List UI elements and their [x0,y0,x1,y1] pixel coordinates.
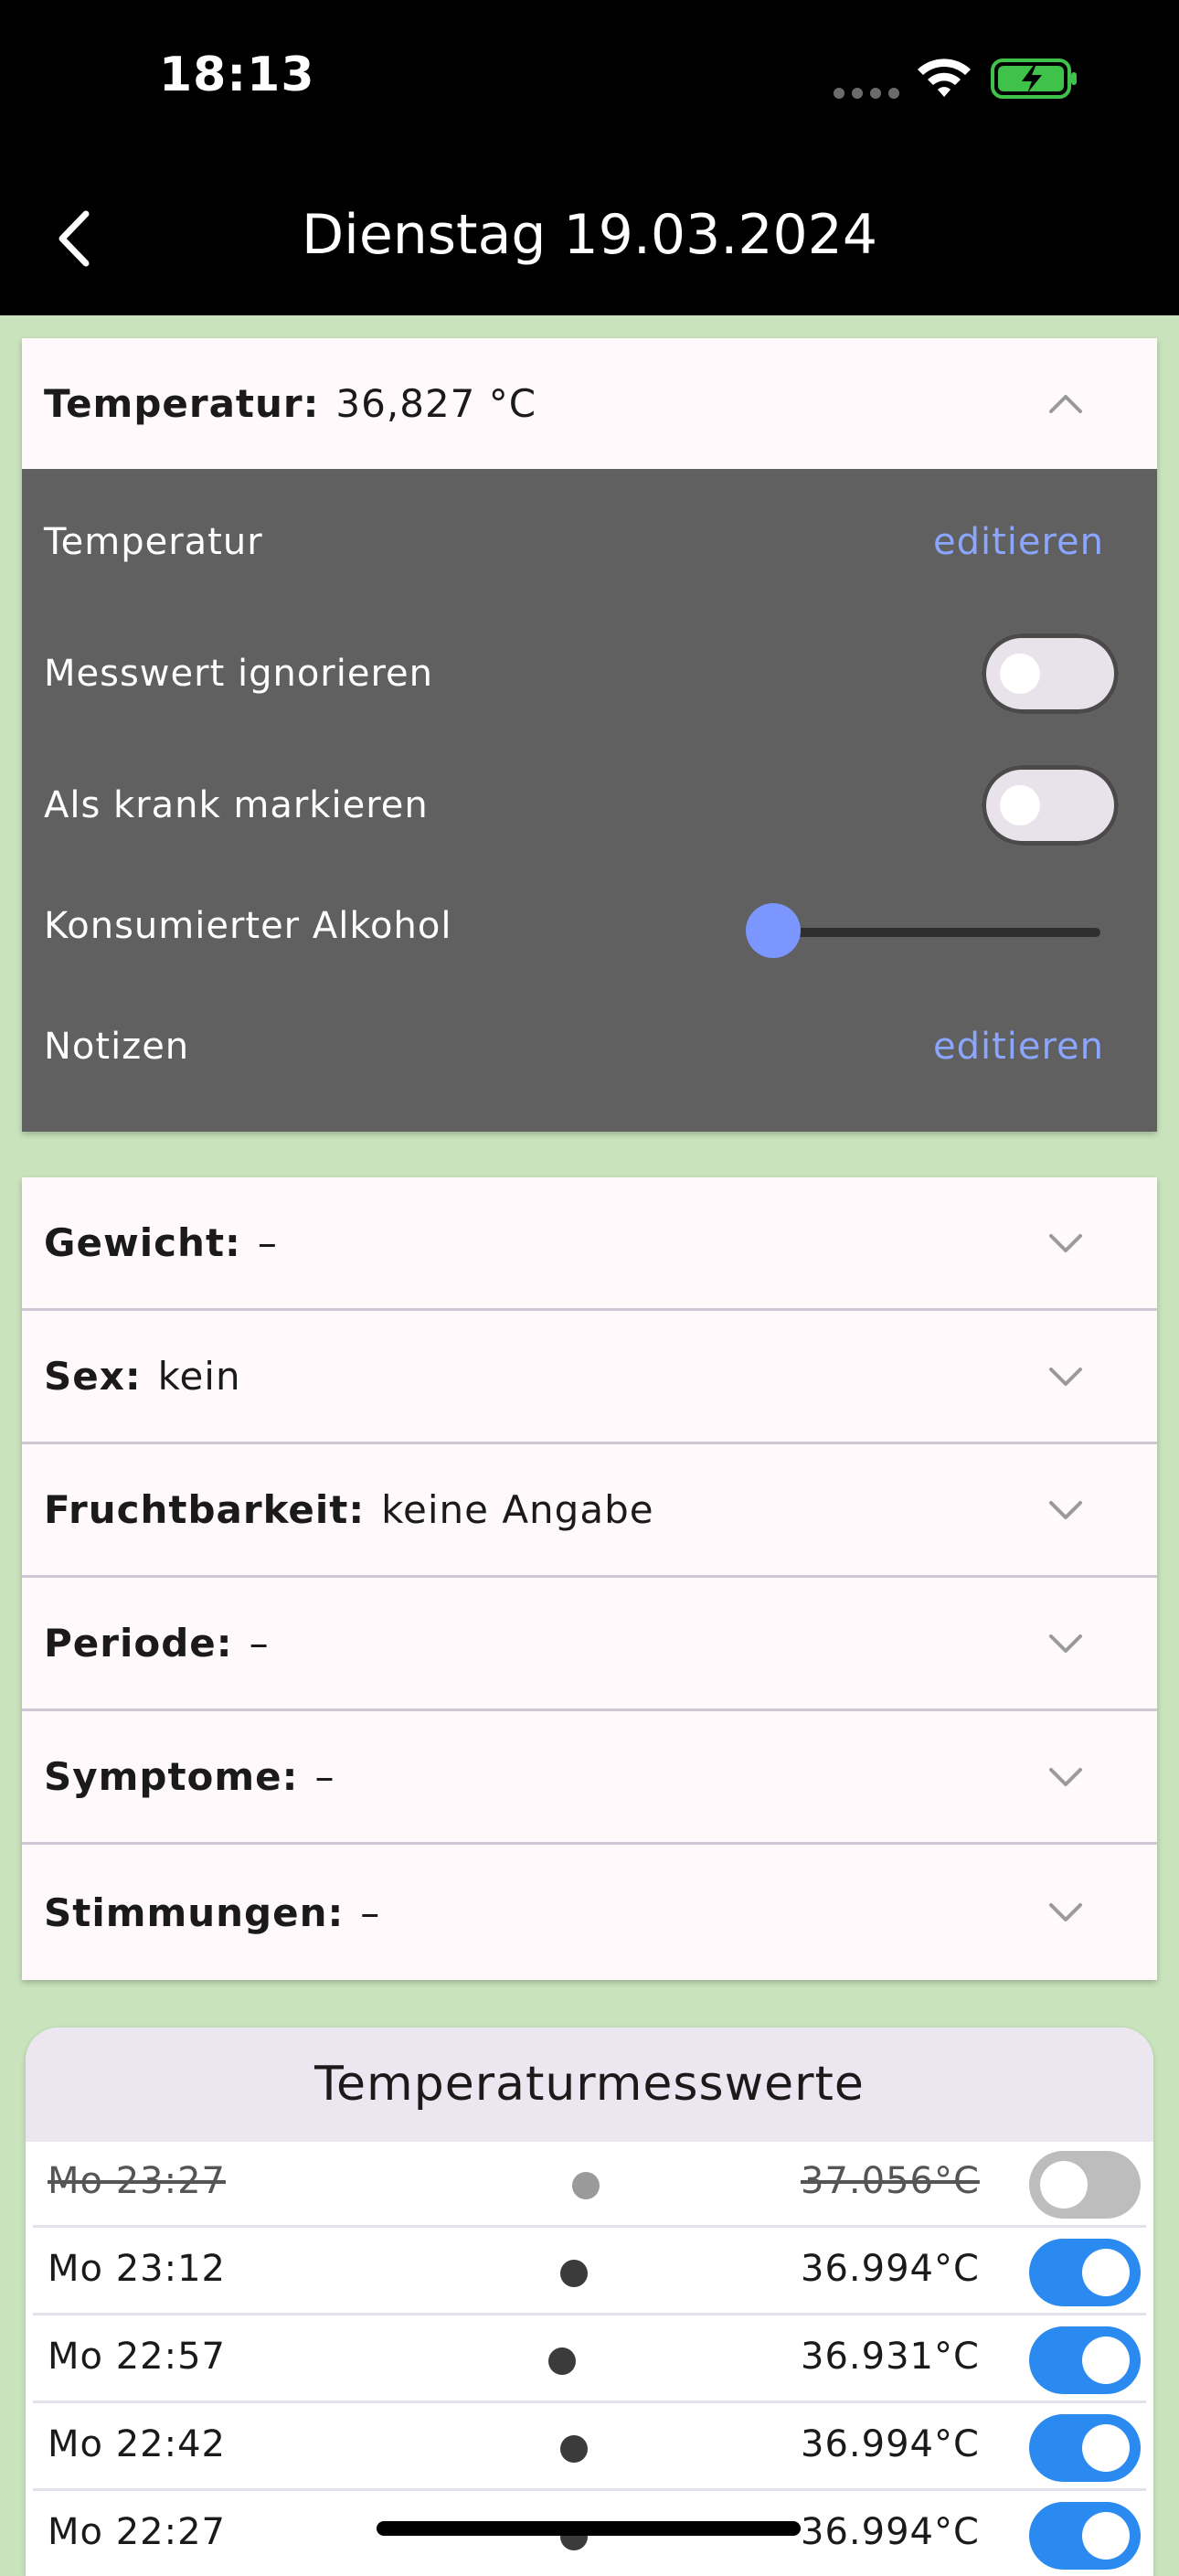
measurement-toggle[interactable] [1029,2502,1141,2570]
section-label: Symptome: [44,1754,299,1799]
temperature-value: 36,827 °C [335,381,537,426]
section-label: Fruchtbarkeit: [44,1487,366,1532]
section-sex[interactable]: Sex: kein [22,1311,1157,1444]
section-weight[interactable]: Gewicht: – [22,1177,1157,1311]
measurement-row: Mo 22:42 36.994°C [33,2405,1146,2491]
alcohol-slider-track[interactable] [771,928,1100,937]
home-indicator [377,2521,801,2536]
measurement-value: 37.056°C [801,2160,980,2202]
mark-sick-label: Als krank markieren [44,784,429,826]
measurement-row: Mo 23:27 37.056°C [33,2142,1146,2228]
chevron-down-icon[interactable] [1046,1900,1086,1925]
toggle-knob [1082,2336,1130,2384]
toggle-knob [1082,2512,1130,2560]
measurement-toggle[interactable] [1029,2151,1141,2219]
section-symptoms[interactable]: Symptome: – [22,1711,1157,1845]
measurement-dot [548,2347,576,2375]
measurement-time: Mo 22:42 [48,2423,226,2465]
section-label: Periode: [44,1621,233,1666]
chevron-down-icon[interactable] [1046,1230,1086,1256]
ignore-measurement-label: Messwert ignorieren [44,653,433,695]
measurement-dot [572,2172,600,2199]
notes-label: Notizen [44,1026,190,1068]
temperature-label: Temperatur: [44,381,320,426]
measurement-row: Mo 22:57 36.931°C [33,2317,1146,2403]
measurements-title: Temperaturmesswerte [26,2028,1153,2142]
chevron-up-icon[interactable] [1046,391,1086,417]
measurement-toggle[interactable] [1029,2239,1141,2306]
section-fertility[interactable]: Fruchtbarkeit: keine Angabe [22,1444,1157,1578]
page-title: Dienstag 19.03.2024 [301,203,878,267]
wifi-icon [918,59,971,97]
toggle-knob [1000,785,1040,825]
section-value: – [249,1621,270,1666]
chevron-down-icon[interactable] [1046,1364,1086,1389]
section-label: Sex: [44,1354,142,1399]
edit-notes-link[interactable]: editieren [933,1026,1104,1068]
measurement-time: Mo 23:27 [48,2160,226,2202]
sections-list: Gewicht: – Sex: kein Fruchtbarkeit: kein… [22,1177,1157,1980]
ignore-measurement-toggle[interactable] [982,633,1119,714]
toggle-knob [1082,2249,1130,2296]
status-time: 18:13 [159,48,315,102]
temperature-measurements-card: Temperaturmesswerte Mo 23:27 37.056°C Mo… [26,2028,1153,2576]
battery-charging-icon [991,59,1077,99]
temperature-header[interactable]: Temperatur: 36,827 °C [22,338,1157,469]
chevron-down-icon[interactable] [1046,1631,1086,1656]
measurement-time: Mo 22:27 [48,2511,226,2553]
measurement-time: Mo 22:57 [48,2336,226,2378]
section-moods[interactable]: Stimmungen: – [22,1845,1157,1980]
section-period[interactable]: Periode: – [22,1578,1157,1711]
section-value: – [257,1220,278,1265]
measurement-row: Mo 23:12 36.994°C [33,2230,1146,2315]
measurement-toggle[interactable] [1029,2414,1141,2482]
section-value: – [360,1889,381,1935]
alcohol-label: Konsumierter Alkohol [44,905,452,947]
toggle-knob [1082,2424,1130,2472]
section-label: Stimmungen: [44,1889,345,1935]
section-label: Gewicht: [44,1220,241,1265]
toggle-knob [1040,2161,1088,2209]
section-value: – [314,1754,335,1799]
temperature-section: Temperatur: 36,827 °C Temperatur editier… [22,338,1157,1132]
measurement-dot [560,2260,588,2287]
measurement-value: 36.994°C [801,2511,980,2553]
temperature-details-panel: Temperatur editieren Messwert ignorieren… [22,469,1157,1132]
measurement-value: 36.931°C [801,2336,980,2378]
chevron-down-icon[interactable] [1046,1497,1086,1523]
measurement-value: 36.994°C [801,2248,980,2290]
top-bar: 18:13 Dienstag 19.03.2024 [0,0,1179,315]
section-value: kein [157,1354,241,1399]
measurement-dot [560,2435,588,2463]
measurement-time: Mo 23:12 [48,2248,226,2290]
edit-temperature-link[interactable]: editieren [933,521,1104,563]
temperatur-row-label: Temperatur [44,521,263,563]
toggle-knob [1000,654,1040,694]
measurement-value: 36.994°C [801,2423,980,2465]
section-value: keine Angabe [381,1487,654,1532]
measurement-toggle[interactable] [1029,2326,1141,2394]
cellular-signal-icon [834,85,907,102]
alcohol-slider-thumb[interactable] [746,903,801,958]
mark-sick-toggle[interactable] [982,765,1119,846]
chevron-down-icon[interactable] [1046,1764,1086,1790]
